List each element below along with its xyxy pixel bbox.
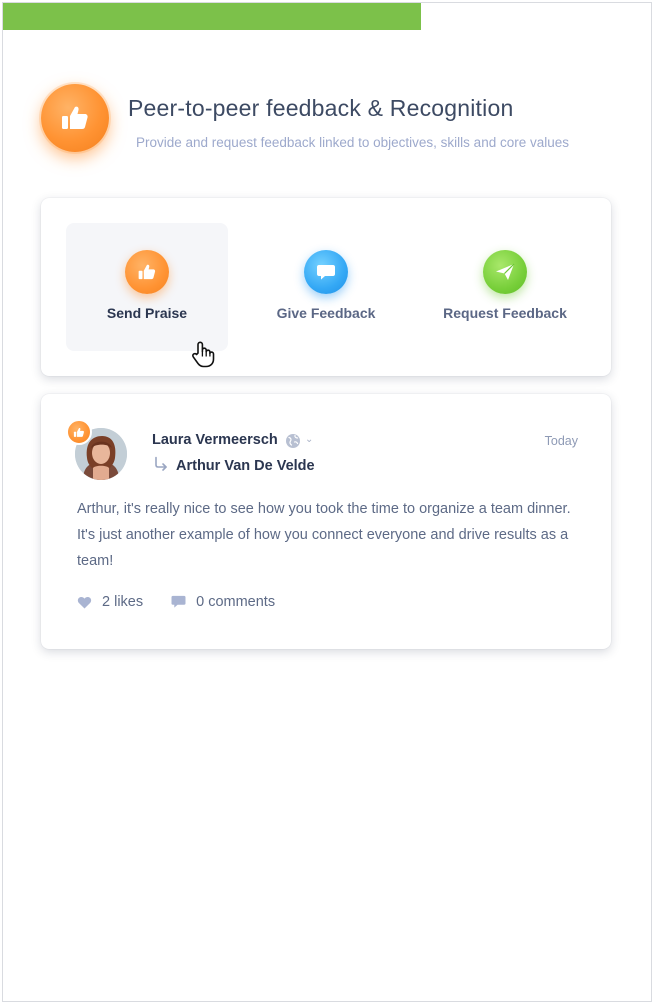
post-timestamp: Today [544, 434, 578, 448]
post-body-text: Arthur, it's really nice to see how you … [77, 501, 571, 569]
hand-pointer-cursor-icon [192, 341, 215, 368]
thumbs-up-icon [138, 264, 156, 280]
thumbs-up-icon [73, 427, 84, 437]
comment-button[interactable]: 0 comments [171, 594, 275, 610]
praise-hero-icon [41, 84, 109, 152]
request-feedback-icon [483, 250, 527, 294]
paper-plane-icon [496, 263, 515, 280]
progress-bar-fill [3, 3, 421, 30]
praise-badge-icon [66, 419, 92, 445]
chat-bubble-icon [317, 265, 335, 280]
give-feedback-button[interactable]: Give Feedback [245, 223, 407, 351]
send-praise-label: Send Praise [106, 305, 188, 321]
post-recipient-name[interactable]: Arthur Van De Velde [176, 458, 315, 474]
globe-icon[interactable] [285, 433, 301, 449]
post-author-name[interactable]: Laura Vermeersch [152, 432, 278, 448]
chevron-down-icon[interactable]: ⌄ [305, 434, 313, 445]
request-feedback-button[interactable]: Request Feedback [424, 223, 586, 351]
request-feedback-label: Request Feedback [443, 305, 567, 321]
post-actions: 2 likes 0 comments [77, 594, 275, 610]
comments-count: 0 comments [196, 594, 276, 610]
praise-post-card: Laura Vermeersch ⌄ Arthur Van De Velde T… [41, 394, 611, 649]
feedback-actions-card: Send Praise Give Feedback Request Feedba… [41, 198, 611, 376]
give-feedback-icon [304, 250, 348, 294]
send-praise-button[interactable]: Send Praise [66, 223, 228, 351]
comment-icon [171, 595, 186, 608]
heart-icon [77, 596, 92, 609]
page-title: Peer-to-peer feedback & Recognition [128, 95, 514, 121]
page-subtitle: Provide and request feedback linked to o… [136, 135, 569, 150]
progress-bar [3, 3, 651, 30]
thumbs-up-icon [62, 106, 88, 129]
reply-arrow-icon [155, 456, 167, 471]
send-praise-icon [125, 250, 169, 294]
like-button[interactable]: 2 likes [77, 594, 143, 610]
likes-count: 2 likes [102, 594, 144, 610]
give-feedback-label: Give Feedback [276, 305, 376, 321]
